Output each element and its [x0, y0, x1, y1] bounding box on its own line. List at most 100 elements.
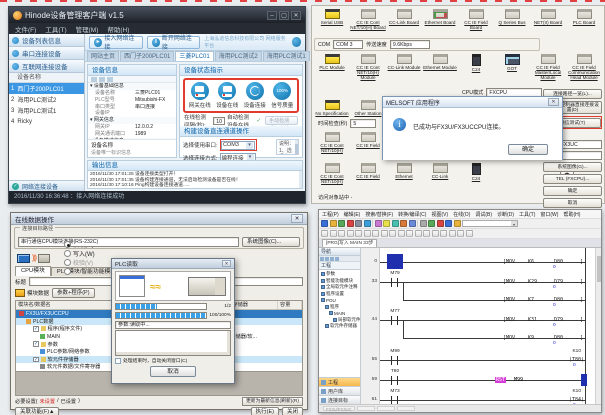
scrollbar[interactable] — [299, 171, 302, 188]
interface-option[interactable]: No Specification — [314, 100, 350, 116]
port-select[interactable]: COM3 ▾ — [221, 141, 255, 150]
toolbar-icon[interactable] — [445, 220, 452, 227]
com-field[interactable]: COM 3 — [333, 40, 363, 49]
nav-view-button[interactable]: 用户库 — [319, 386, 360, 395]
property-row[interactable]: 网关IP12.0.0.2 — [88, 124, 176, 131]
toolbar-icon[interactable] — [454, 220, 461, 227]
device-tab[interactable]: 网站主页 — [87, 51, 119, 61]
system-image-button[interactable]: 系统图像(G)... — [543, 162, 602, 172]
menu-item[interactable]: 搜索/替换(F) — [365, 211, 393, 218]
column-header[interactable]: 容量 — [278, 301, 302, 309]
interface-option[interactable]: Q Series Bus — [494, 9, 530, 30]
manual-detect-button[interactable]: 手动检测设备在线 — [265, 116, 298, 125]
toolbar-icon[interactable] — [347, 220, 354, 227]
ladder-editor[interactable]: 0[MOVK6D80]033M79[MOVK29D79]0[MOVK7D80]0… — [361, 248, 595, 404]
interface-option[interactable]: CC IE Cont NET/10(H) Module — [350, 54, 386, 81]
toolbar-icon[interactable] — [383, 220, 390, 227]
interval-field[interactable]: 10 — [213, 117, 225, 125]
menu-item[interactable]: 窗口(W) — [540, 211, 558, 218]
toolbar-icon[interactable] — [321, 220, 328, 227]
refresh-button[interactable]: 更新为最新信息(刷新)(R) — [242, 397, 303, 406]
contact[interactable] — [391, 396, 398, 405]
contact[interactable] — [391, 376, 398, 385]
interface-option[interactable]: CC IE Cont NET/10(H) Board — [350, 9, 386, 30]
interface-option[interactable]: CC IE Field Communication Head Module — [566, 54, 602, 81]
vertical-scrollbar[interactable] — [595, 248, 601, 404]
property-row[interactable]: 设备名称三菱PLC01 — [88, 90, 176, 97]
toolbar-icon[interactable] — [355, 220, 362, 227]
toolbar-icon[interactable] — [330, 220, 337, 227]
interface-option[interactable]: CC IE Field — [350, 132, 386, 153]
menu-item[interactable]: 帮助(H) — [563, 211, 580, 218]
device-list-row[interactable]: 2海用PLC测试2 — [9, 94, 84, 105]
ladder-symbol-icon[interactable] — [449, 230, 456, 237]
toolbar-icon[interactable] — [364, 220, 371, 227]
operation-radio[interactable]: 校验(V) — [64, 258, 95, 267]
cancel-button[interactable]: 取消 — [543, 198, 602, 208]
menu-item[interactable]: 工具(T) — [45, 24, 66, 34]
interface-option[interactable]: NET(II) Board — [530, 9, 566, 30]
interface-option[interactable]: Ethernet Board — [422, 9, 458, 30]
contact[interactable] — [391, 278, 398, 287]
menu-item[interactable]: 在线(O) — [453, 211, 470, 218]
chevron-down-icon[interactable]: ▾ — [511, 221, 517, 226]
coil[interactable]: (T84) — [569, 397, 584, 403]
toolbar-icon[interactable] — [338, 220, 345, 227]
progress-titlebar[interactable]: PLC读取 ✕ — [112, 259, 234, 269]
interface-option[interactable]: Ethernet — [386, 163, 422, 184]
category-icon[interactable] — [99, 77, 105, 82]
contact[interactable] — [391, 356, 398, 365]
scrollbar[interactable] — [116, 352, 227, 355]
rst-instruction[interactable]: RSTM99 — [495, 377, 523, 383]
operation-radio[interactable]: 写入(W) — [64, 249, 95, 258]
interface-option[interactable]: CC-Link Module — [386, 54, 422, 81]
device-tab[interactable]: 西门子200PLC01 — [120, 51, 174, 61]
sidebar-bottom-toggle[interactable]: ✓ 网络连接设备 — [9, 180, 84, 191]
connect-network-button[interactable]: ▸ 接入网络连接 — [89, 36, 143, 49]
ladder-symbol-icon[interactable] — [389, 230, 396, 237]
interface-option[interactable]: CC IE Field — [350, 163, 386, 184]
sidebar-section-header[interactable]: 串口连接设备 — [9, 47, 84, 60]
interface-option[interactable]: PLC Board — [566, 9, 602, 30]
interface-option[interactable]: GOT — [494, 54, 530, 81]
ladder-symbol-icon[interactable] — [355, 230, 362, 237]
instruction[interactable]: [MOVK6D80] — [503, 259, 583, 265]
menu-item[interactable]: 帮助(H) — [107, 24, 129, 34]
interface-option[interactable]: Ethernet Module — [422, 54, 458, 81]
maximize-icon[interactable]: ▢ — [279, 11, 289, 20]
toolbar-icon[interactable] — [375, 220, 382, 227]
toolbar-combobox[interactable]: ▾ — [462, 220, 518, 227]
ok-button[interactable]: 确定 — [543, 186, 602, 196]
menu-item[interactable]: 管理(M) — [76, 24, 99, 34]
close-button[interactable]: 关闭 — [282, 407, 303, 415]
ladder-symbol-icon[interactable] — [330, 230, 337, 237]
project-tree-item[interactable]: 全局软元件注释 — [319, 284, 360, 291]
toolbar-icon[interactable] — [420, 220, 427, 227]
device-list-row[interactable]: 1西门子200PLC01 — [9, 83, 84, 94]
menu-item[interactable]: 调试(B) — [475, 211, 492, 218]
dialog-titlebar[interactable]: 在线数据操作 ✕ — [11, 213, 307, 225]
cancel-button[interactable]: 取消 — [150, 366, 196, 377]
device-tab[interactable]: 海用PLC测试2 — [215, 51, 262, 61]
melsoft-titlebar[interactable]: MELSOFT 应用程序 ✕ — [383, 97, 562, 108]
ladder-symbol-icon[interactable] — [372, 230, 379, 237]
menu-item[interactable]: 转换/编译(C) — [398, 211, 426, 218]
tab-cpu-module[interactable]: CPU模块 — [15, 266, 51, 276]
interface-option[interactable]: Other Station — [350, 100, 386, 116]
sort-icon[interactable] — [91, 77, 97, 82]
instruction[interactable]: [MOVK31D79] — [503, 317, 583, 323]
nav-view-button[interactable]: 工程 — [319, 377, 360, 386]
ladder-symbol-icon[interactable] — [432, 230, 439, 237]
list-icon[interactable] — [107, 77, 113, 82]
interface-option[interactable]: CC IE Cont NET/10(H) — [314, 163, 350, 184]
checkbox-checked[interactable]: ✓ — [33, 326, 39, 332]
auto-close-checkbox[interactable] — [115, 358, 121, 364]
hinode-titlebar[interactable]: Hinode设备管理客户端 v1.5 –▢✕ — [9, 7, 305, 23]
toolbar-icon[interactable] — [437, 220, 444, 227]
property-row[interactable]: PLC型号Mitsubishi-FX — [88, 97, 176, 104]
interface-option[interactable]: CC-Link Board — [386, 9, 422, 30]
auto-detect-check-icon[interactable]: ✓ — [256, 118, 261, 124]
time-check-field[interactable]: 5 — [350, 119, 376, 128]
output-log[interactable]: 2016/11/30 17:01:25 设备连接类型打开！2016/11/30 … — [88, 171, 302, 188]
interface-option[interactable]: PLC Module — [314, 54, 350, 81]
